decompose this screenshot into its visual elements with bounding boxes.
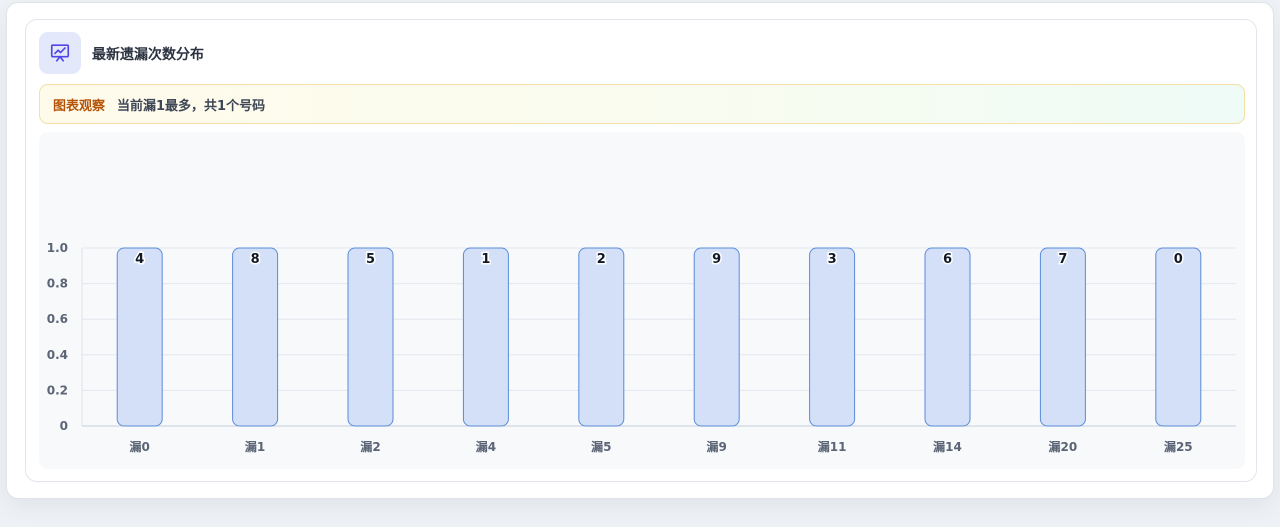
- y-tick-label: 0: [60, 419, 68, 433]
- bar-value-label: 0: [1174, 252, 1183, 267]
- observation-label: 图表观察: [53, 98, 106, 114]
- x-tick-label: 漏5: [591, 439, 611, 454]
- bar-value-label: 3: [828, 252, 837, 267]
- bar: [1039, 247, 1086, 427]
- bar: [809, 247, 856, 427]
- y-tick-label: 0.6: [47, 312, 68, 326]
- bar-value-label: 5: [366, 252, 375, 267]
- y-tick-label: 0.4: [47, 348, 68, 362]
- x-tick-label: 漏25: [1164, 439, 1193, 454]
- bar-value-label: 8: [251, 252, 260, 267]
- bar: [232, 247, 279, 427]
- x-tick-label: 漏2: [360, 439, 380, 454]
- y-tick-label: 0.8: [47, 277, 68, 291]
- bar-value-label: 4: [135, 252, 144, 267]
- x-tick-label: 漏9: [707, 439, 727, 454]
- bar: [1155, 247, 1202, 427]
- bar: [578, 247, 625, 427]
- x-tick-label: 漏4: [476, 439, 496, 454]
- x-tick-label: 漏14: [933, 439, 962, 454]
- presentation-chart-icon: [39, 32, 81, 74]
- y-tick-label: 1.0: [47, 241, 68, 255]
- plot-area: 0 0.2 0.4 0.6 0.8 1.0 4 漏0 8 漏1 5 漏2 1 漏4 2 漏5 9 漏9 3 漏11 6 漏…: [39, 132, 1245, 469]
- bar-value-label: 1: [481, 252, 490, 267]
- bar-value-label: 2: [597, 252, 606, 267]
- x-tick-label: 漏20: [1049, 439, 1078, 454]
- observation-text: 当前漏1最多，共1个号码: [117, 98, 266, 114]
- x-tick-label: 漏0: [130, 439, 150, 454]
- bar: [116, 247, 163, 427]
- chart-title: 最新遗漏次数分布: [92, 47, 204, 63]
- bar: [693, 247, 740, 427]
- x-tick-label: 漏11: [818, 439, 847, 454]
- chart-observation: 图表观察 当前漏1最多，共1个号码: [39, 84, 1245, 124]
- bar: [347, 247, 394, 427]
- bar: [462, 247, 509, 427]
- chart-card: 最新遗漏次数分布 图表观察 当前漏1最多，共1个号码 0 0.2 0.4 0.6 0.8…: [25, 19, 1257, 482]
- page-panel: 最新遗漏次数分布 图表观察 当前漏1最多，共1个号码 0 0.2 0.4 0.6 0.8…: [6, 2, 1274, 499]
- bar: [924, 247, 971, 427]
- bar-value-label: 7: [1058, 252, 1067, 267]
- x-tick-label: 漏1: [245, 439, 265, 454]
- bar-value-label: 9: [712, 252, 721, 267]
- bar-value-label: 6: [943, 252, 952, 267]
- y-tick-label: 0.2: [47, 383, 68, 397]
- bar-chart: 0 0.2 0.4 0.6 0.8 1.0 4 漏0 8 漏1 5 漏2 1 漏4 2 漏5 9 漏9 3 漏11 6 漏…: [47, 241, 1236, 454]
